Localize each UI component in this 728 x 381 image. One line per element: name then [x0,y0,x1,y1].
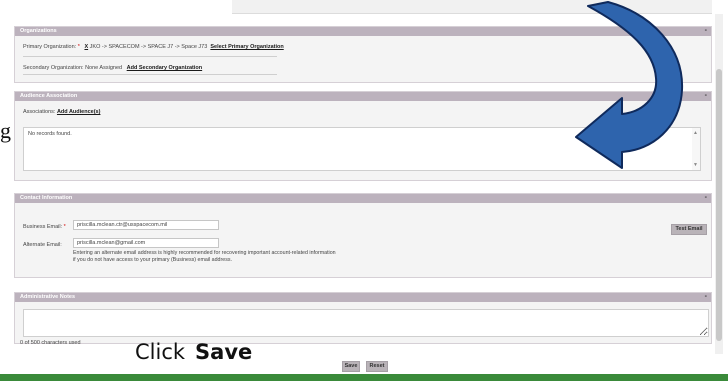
required-marker: * [63,224,66,230]
administrative-notes-panel: Administrative Notes - [14,292,712,344]
primary-organization-label: Primary Organization: [23,44,77,50]
remove-primary-organization-link[interactable]: X [84,44,88,50]
top-strip [0,0,232,14]
alternate-email-help-line-2: if you do not have access to your primar… [73,257,232,263]
divider [23,56,277,57]
business-email-label-group: Business Email: * [23,224,66,230]
add-audiences-link[interactable]: Add Audience(s) [57,109,101,115]
associations-row: Associations: Add Audience(s) [23,109,100,115]
secondary-organization-text: Secondary Organization: None Assigned [23,65,123,71]
associations-label: Associations: [23,109,56,115]
select-primary-organization-link[interactable]: Select Primary Organization [210,44,283,50]
alternate-email-help-line-1: Entering an alternate email address is h… [73,250,336,256]
business-email-label: Business Email: [23,224,63,230]
test-email-button[interactable]: Test Email [671,224,707,235]
collapse-icon[interactable]: - [705,194,707,202]
curved-arrow-shape [575,1,684,169]
divider [23,74,277,75]
curved-arrow-icon [575,1,684,169]
reset-button[interactable]: Reset [366,361,388,372]
administrative-notes-title: Administrative Notes [20,294,76,300]
contact-information-panel: Contact Information - Business Email: * … [14,193,712,278]
organizations-title: Organizations [20,28,57,34]
contact-information-header[interactable]: Contact Information - [15,194,711,203]
click-save-annotation: Click Save [135,340,252,364]
save-button[interactable]: Save [342,361,360,372]
primary-organization-row: Primary Organization: * X JKO -> SPACECO… [23,44,284,50]
alternate-email-label: Alternate Email: [23,242,62,248]
primary-organization-path: JKO -> SPACECOM -> SPACE J7 -> Space J73 [89,44,208,50]
secondary-organization-row: Secondary Organization: None Assigned Ad… [23,65,202,71]
required-marker: * [77,44,80,50]
audience-association-title: Audience Association [20,93,78,99]
clipped-text-fragment: g [0,118,11,143]
add-secondary-organization-link[interactable]: Add Secondary Organization [127,65,202,71]
character-count: 0 of 500 characters used [20,340,81,346]
save-annotation-text: Save [195,340,253,364]
business-email-input[interactable] [73,220,219,230]
click-annotation-text: Click [135,340,186,364]
administrative-notes-header[interactable]: Administrative Notes - [15,293,711,302]
footer-bar [0,374,728,381]
contact-information-title: Contact Information [20,195,73,201]
empty-records-text: No records found. [28,131,72,137]
administrative-notes-textarea[interactable] [23,309,709,337]
alternate-email-input[interactable] [73,238,219,248]
collapse-icon[interactable]: - [705,293,707,301]
